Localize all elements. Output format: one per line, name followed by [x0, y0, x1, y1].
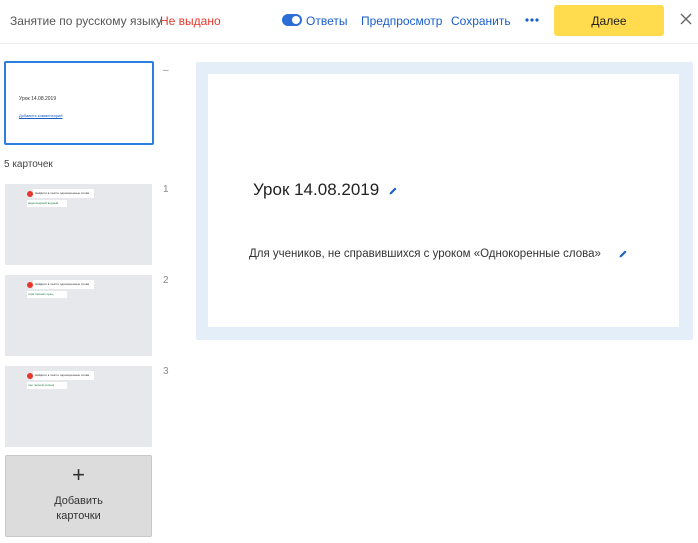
card-thumbnail[interactable]: Найдите в тексте однокоренные слова вода…: [5, 184, 152, 265]
answers-toggle-label[interactable]: Ответы: [306, 14, 347, 28]
save-link[interactable]: Сохранить: [451, 14, 511, 28]
card-answer-text: гора горный горец: [28, 292, 54, 296]
pencil-icon[interactable]: [388, 186, 398, 196]
card-answer-text: лес лесной лесник: [28, 383, 55, 387]
card-question-text: Найдите в тексте однокоренные слова: [35, 191, 90, 195]
status-badge: Не выдано: [160, 14, 221, 28]
lesson-title-thumbnail[interactable]: Урок 14.08.2019 Добавить комментарий: [4, 61, 154, 145]
toggle-knob: [292, 16, 300, 24]
card-number: 2: [163, 275, 169, 286]
lesson-name: Занятие по русскому языку: [10, 14, 162, 28]
card-number: 3: [163, 366, 169, 377]
cards-sidebar: Урок 14.08.2019 Добавить комментарий – 5…: [0, 45, 190, 543]
card-question-text: Найдите в тексте однокоренные слова: [35, 373, 90, 377]
add-cards-button[interactable]: + Добавить карточки: [5, 455, 152, 537]
card-number: 1: [163, 184, 169, 195]
top-bar: Занятие по русскому языку · Не выдано От…: [0, 0, 698, 44]
add-cards-label: Добавить карточки: [6, 494, 151, 524]
lesson-title-card: Урок 14.08.2019 Для учеников, не справив…: [208, 74, 679, 327]
plus-icon: +: [72, 462, 85, 487]
pencil-icon[interactable]: [618, 249, 628, 259]
add-cards-label-line2: карточки: [56, 510, 101, 522]
card-question-text: Найдите в тексте однокоренные слова: [35, 282, 90, 286]
card-thumbnail[interactable]: Найдите в тексте однокоренные слова лес …: [5, 366, 152, 447]
card-thumbnail[interactable]: Найдите в тексте однокоренные слова гора…: [5, 275, 152, 356]
thumbnail-marker: –: [163, 65, 169, 76]
card-answer-text: вода водяной водный: [28, 201, 59, 205]
cards-count: 5 карточек: [4, 159, 53, 170]
thumbnail-link: Добавить комментарий: [19, 113, 63, 118]
title-separator: ·: [150, 14, 154, 28]
more-dots-icon[interactable]: [524, 11, 540, 27]
lesson-description[interactable]: Для учеников, не справившихся с уроком «…: [249, 248, 601, 260]
add-cards-label-line1: Добавить: [54, 495, 103, 507]
answers-toggle[interactable]: [282, 14, 302, 26]
next-button[interactable]: Далее: [554, 5, 664, 36]
lesson-editor-frame: Урок 14.08.2019 Для учеников, не справив…: [196, 62, 693, 340]
thumbnail-title: Урок 14.08.2019: [19, 96, 57, 102]
lesson-title[interactable]: Урок 14.08.2019: [253, 180, 379, 200]
close-icon[interactable]: [679, 12, 693, 26]
preview-link[interactable]: Предпросмотр: [361, 14, 442, 28]
